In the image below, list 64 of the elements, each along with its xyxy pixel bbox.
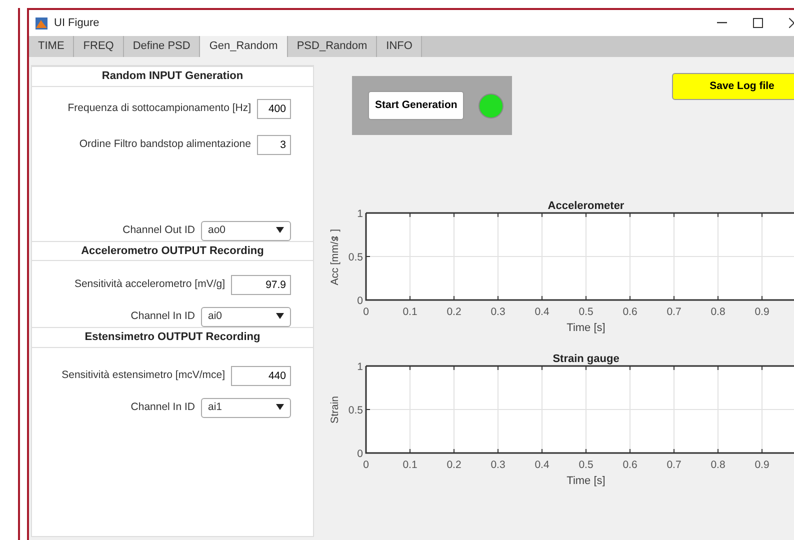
- tab[interactable]: PSD_Random: [288, 36, 378, 57]
- caret-icon: [276, 313, 284, 320]
- tick-label: 1: [357, 361, 363, 373]
- tick-label: 0.5: [348, 404, 363, 416]
- close-icon[interactable]: [789, 18, 794, 28]
- maximize-icon[interactable]: [753, 18, 763, 28]
- tick-label: 0.5: [578, 459, 594, 471]
- tab[interactable]: TIME: [29, 36, 74, 57]
- tick-label: 0.8: [710, 459, 726, 471]
- field-label: Channel In ID: [130, 309, 195, 324]
- axis-label: Time [s]: [566, 322, 606, 334]
- tab[interactable]: Define PSD: [124, 36, 200, 57]
- panel-header: Accelerometro OUTPUT Recording: [32, 240, 313, 261]
- number-field[interactable]: 97.9: [231, 275, 291, 295]
- save-log-button[interactable]: Save Log file: [672, 73, 794, 100]
- minimize-icon[interactable]: [717, 22, 727, 24]
- tick-label: 0.1: [402, 306, 418, 318]
- tick-label: 0.3: [490, 306, 506, 318]
- tick-label: 0.6: [622, 306, 638, 318]
- field-label: Channel In ID: [130, 400, 195, 415]
- tick-label: 0.1: [402, 459, 418, 471]
- number-field[interactable]: 400: [257, 98, 291, 118]
- tick-label: 0.5: [578, 306, 594, 318]
- app-icon: [35, 16, 48, 30]
- number-field[interactable]: 440: [231, 366, 291, 386]
- tick-label: 0.9: [754, 306, 770, 318]
- tick-label: 0.2: [446, 306, 462, 318]
- dropdown[interactable]: ao0: [201, 220, 291, 240]
- tick-label: 0.6: [622, 459, 638, 471]
- chart-title: Accelerometer: [548, 200, 624, 212]
- field-label: Sensitività estensimetro [mcV/mce]: [62, 368, 225, 383]
- tick-label: 0.9: [754, 459, 770, 471]
- tab[interactable]: FREQ: [74, 36, 124, 57]
- tab[interactable]: Gen_Random: [200, 36, 288, 57]
- panel-header: Estensimetro OUTPUT Recording: [32, 327, 313, 348]
- axis-label: Strain: [328, 396, 342, 424]
- field-label: Frequenza di sottocampionamento [Hz]: [68, 100, 251, 116]
- start-generation-button[interactable]: Start Generation: [368, 90, 464, 120]
- tick-label: 0.8: [710, 306, 726, 318]
- tick-label: 0: [363, 306, 369, 318]
- tick-label: 0.7: [666, 459, 682, 471]
- chart-title: Strain gauge: [552, 353, 620, 365]
- panel-header: Random INPUT Generation: [32, 66, 313, 86]
- caret-icon: [276, 404, 284, 410]
- field-label: Ordine Filtro bandstop alimentazione: [79, 136, 251, 152]
- tick-label: 0.4: [534, 306, 550, 318]
- tick-label: 0: [357, 448, 363, 460]
- tick-label: 0.7: [666, 306, 682, 318]
- caret-icon: [276, 226, 284, 233]
- tick-label: 0.2: [446, 459, 462, 471]
- field-label: Sensitività accelerometro [mV/g]: [74, 277, 225, 292]
- dropdown[interactable]: ai1: [201, 398, 291, 418]
- tick-label: 0: [363, 459, 369, 471]
- dropdown[interactable]: ai0: [201, 307, 291, 327]
- window-title: UI Figure: [54, 16, 100, 31]
- tick-label: 0.5: [348, 252, 363, 264]
- tick-label: 0.4: [534, 459, 550, 471]
- tick-label: 0: [357, 295, 363, 307]
- axis-label: Time [s]: [566, 475, 606, 487]
- number-field[interactable]: 3: [257, 134, 291, 154]
- field-label: Channel Out ID: [122, 222, 195, 238]
- tick-label: 0.3: [490, 459, 506, 471]
- tab[interactable]: INFO: [377, 36, 422, 57]
- tick-label: 1: [357, 208, 363, 220]
